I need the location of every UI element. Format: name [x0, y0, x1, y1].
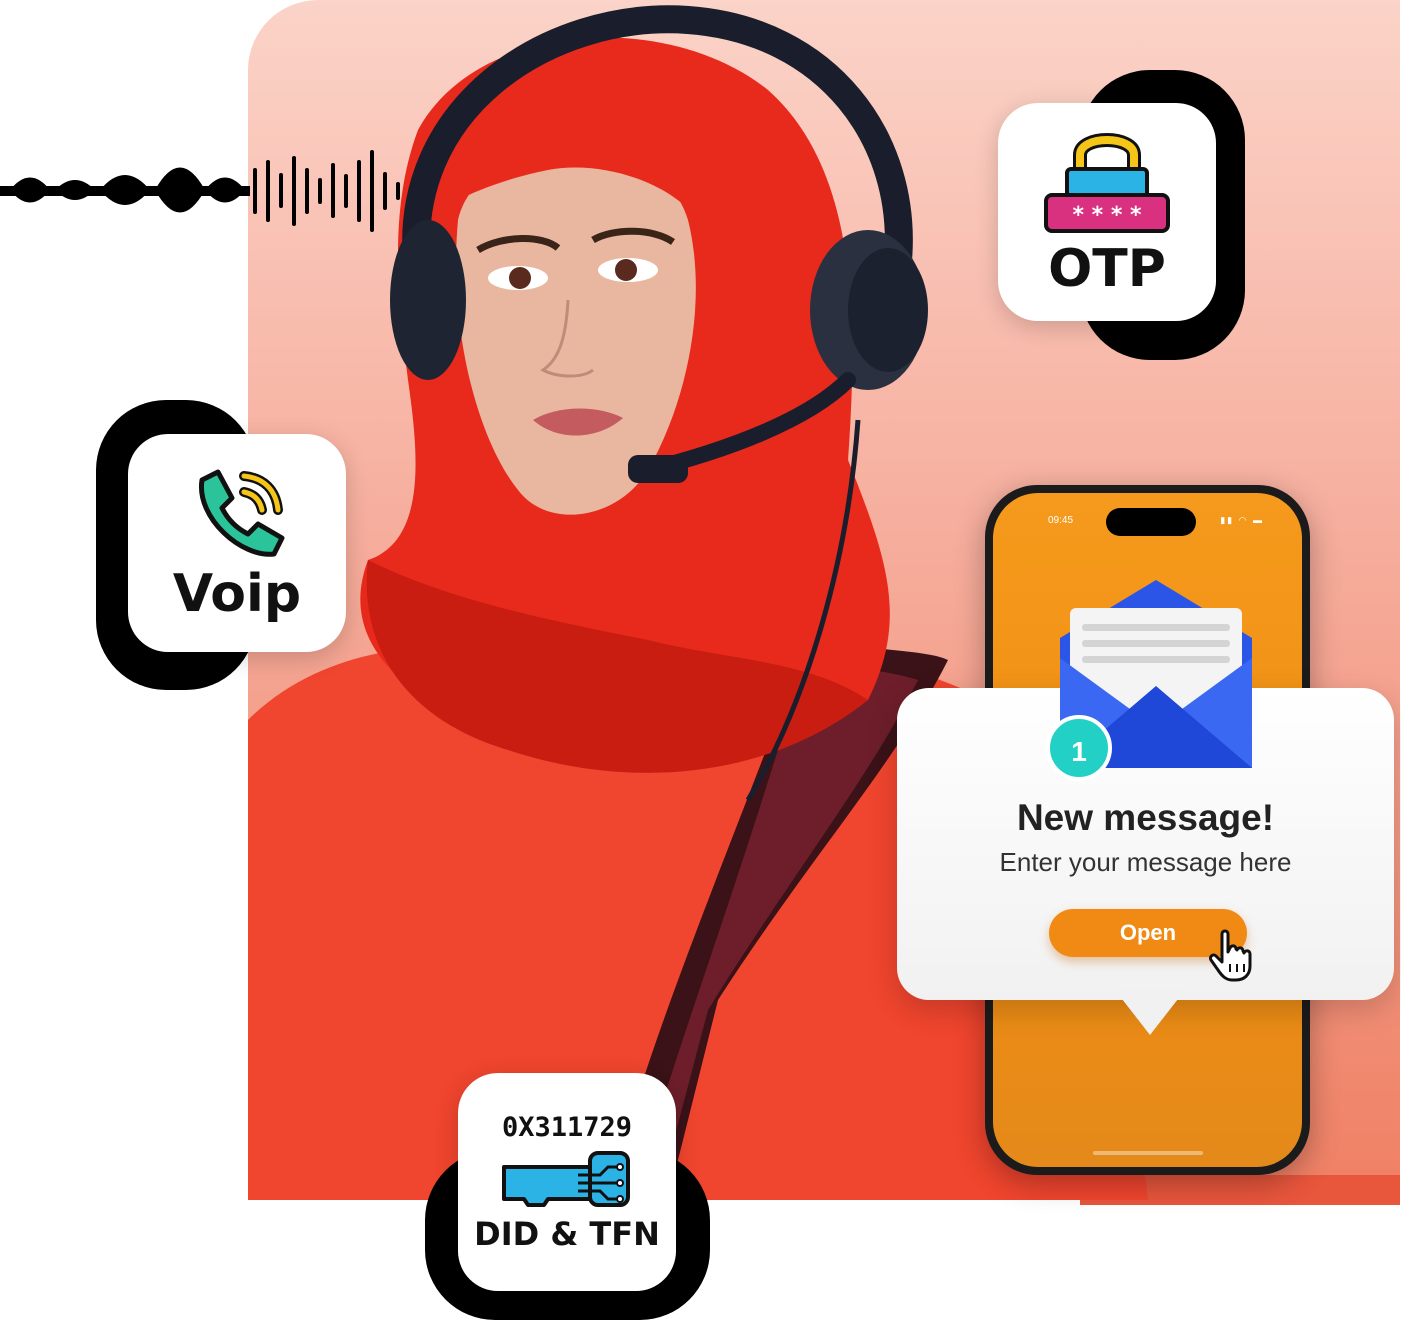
sound-wave-icon [0, 150, 400, 232]
notification-title: New message! [1016, 797, 1275, 838]
did-badge-label: DID & TFN [474, 1214, 660, 1253]
voip-badge: Voip [128, 434, 346, 652]
notification-pointer [1115, 990, 1185, 1035]
message-count-badge: 1 [1046, 715, 1112, 781]
sim-chip-icon [501, 1150, 630, 1207]
phone-clock: 09:45 [1048, 515, 1074, 526]
otp-badge-label: OTP [1048, 239, 1166, 299]
notification-body: Enter your message here [999, 847, 1292, 877]
did-badge: 0X311729 DID & TFN [458, 1073, 676, 1291]
otp-masked-code: * * * * [1073, 203, 1142, 228]
voip-badge-label: Voip [172, 564, 302, 624]
otp-badge: * * * * OTP [998, 103, 1216, 321]
hand-cursor-icon [1209, 929, 1252, 982]
phone-ringing-icon [199, 469, 285, 557]
phone-status-icons: ▮▮ ◠ ▬ [1220, 515, 1264, 525]
padlock-icon: * * * * [1044, 133, 1170, 233]
did-code: 0X311729 [501, 1111, 633, 1143]
dynamic-island [1106, 508, 1196, 536]
home-indicator[interactable] [1093, 1151, 1203, 1155]
